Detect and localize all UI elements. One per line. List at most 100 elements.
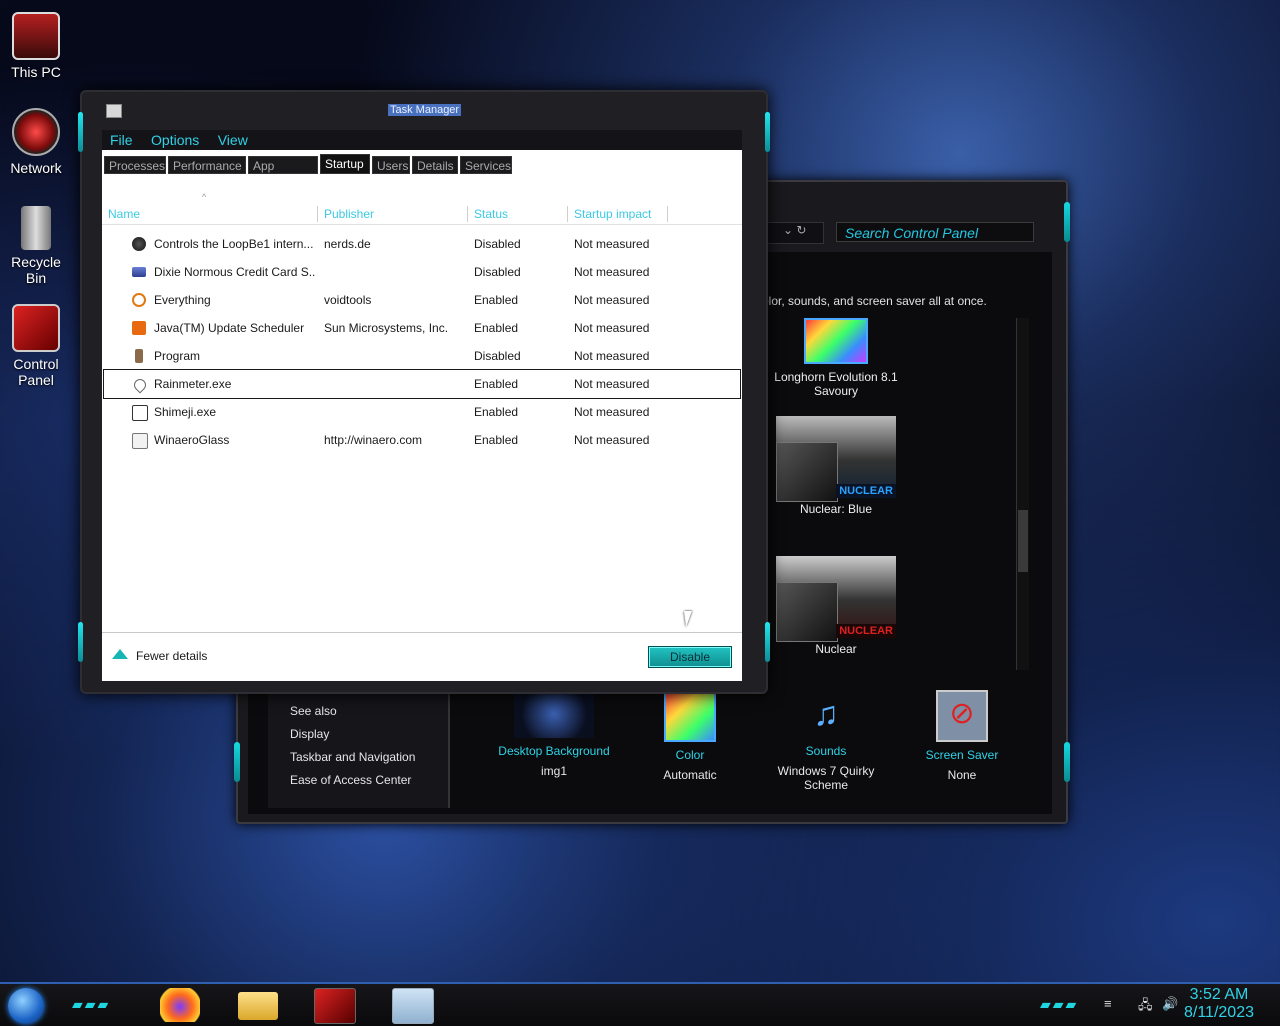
tab-app-history[interactable]: App history	[248, 156, 318, 191]
desktop-icon-network[interactable]: Network	[0, 108, 72, 176]
cell-publisher: voidtools	[324, 293, 372, 307]
theme-preview-overlay	[776, 442, 838, 502]
menu-options[interactable]: Options	[151, 130, 199, 150]
tab-services[interactable]: Services	[460, 156, 512, 174]
search-input[interactable]: Search Control Panel	[836, 222, 1034, 242]
column-header-name[interactable]: Name	[102, 206, 318, 222]
cell-name: WinaeroGlass	[154, 433, 230, 447]
task-manager-taskbar-icon[interactable]	[392, 988, 434, 1024]
cell-name: Everything	[154, 293, 211, 307]
table-row[interactable]: Dixie Normous Credit Card S... Disabled …	[104, 258, 740, 286]
frame-accent	[765, 622, 770, 662]
tab-startup[interactable]: Startup	[320, 154, 370, 174]
desktop-icon-recycle-bin[interactable]: Recycle Bin	[0, 206, 72, 286]
start-button[interactable]	[8, 988, 44, 1024]
window-title: Task Manager	[388, 104, 462, 116]
cell-status: Enabled	[474, 377, 519, 391]
desktop-background-option[interactable]: Desktop Background img1	[484, 690, 624, 778]
theme-thumbnail: NUCLEAR	[776, 416, 896, 502]
tab-processes[interactable]: Processes	[104, 156, 166, 174]
sort-arrow-icon: ^	[202, 192, 207, 202]
shimeji-icon	[132, 405, 148, 421]
desktop-icon-this-pc[interactable]: This PC	[0, 12, 72, 80]
computer-icon	[12, 12, 60, 60]
scrollbar-thumb[interactable]	[1018, 510, 1028, 572]
table-row[interactable]: Controls the LoopBe1 intern... nerds.de …	[104, 230, 740, 258]
color-icon	[664, 690, 716, 742]
desktop-background-icon	[514, 690, 594, 738]
option-value: img1	[540, 764, 567, 778]
see-also-link-ease-of-access[interactable]: Ease of Access Center	[268, 769, 448, 792]
see-also-link-taskbar[interactable]: Taskbar and Navigation	[268, 746, 448, 769]
screen-saver-option[interactable]: ⊘ Screen Saver None	[892, 690, 1032, 782]
column-header-startup-impact[interactable]: Startup impact	[568, 206, 668, 222]
cell-status: Disabled	[474, 349, 521, 363]
theme-label: Longhorn Evolution 8.1 Savoury	[774, 370, 898, 398]
cell-name: Java(TM) Update Scheduler	[154, 321, 305, 335]
theme-nuclear-blue[interactable]: NUCLEAR Nuclear: Blue	[766, 416, 906, 516]
header-divider	[102, 224, 742, 225]
cell-name: Shimeji.exe	[154, 405, 217, 419]
task-manager-footer: Fewer details Disable	[102, 632, 742, 681]
tab-strip: Processes Performance App history Startu…	[102, 150, 742, 191]
cell-impact: Not measured	[574, 293, 650, 307]
menu-file[interactable]: File	[110, 130, 133, 150]
theme-badge: NUCLEAR	[836, 484, 896, 498]
table-row-selected[interactable]: Rainmeter.exe Enabled Not measured	[103, 369, 741, 399]
card-icon	[132, 267, 146, 277]
theme-label: Nuclear: Blue	[799, 502, 873, 516]
frame-accent	[1064, 742, 1070, 782]
task-manager-window[interactable]: Task Manager File Options View Processes…	[78, 90, 770, 694]
rainmeter-icon	[131, 376, 149, 394]
column-header-status[interactable]: Status	[468, 206, 568, 222]
theme-thumbnail	[804, 318, 868, 364]
option-title: Color	[675, 748, 705, 762]
control-panel-taskbar-icon[interactable]	[314, 988, 356, 1024]
color-option[interactable]: Color Automatic	[620, 690, 760, 782]
desktop-icon-control-panel[interactable]: Control Panel	[0, 304, 72, 388]
network-tray-icon[interactable]: 🖧	[1138, 996, 1154, 1012]
desktop-icon-label: Control Panel	[13, 356, 59, 388]
table-row[interactable]: Everything voidtools Enabled Not measure…	[104, 286, 740, 314]
frame-accent	[78, 112, 83, 152]
tab-users[interactable]: Users	[372, 156, 410, 174]
menu-view[interactable]: View	[218, 130, 248, 150]
cell-name: Dixie Normous Credit Card S...	[154, 265, 316, 279]
file-explorer-icon[interactable]	[238, 992, 278, 1020]
theme-scrollbar[interactable]	[1016, 318, 1029, 670]
see-also-link-display[interactable]: Display	[268, 723, 448, 746]
desktop-icon-label: This PC	[11, 64, 61, 80]
firefox-icon[interactable]	[160, 988, 200, 1022]
cell-impact: Not measured	[574, 237, 650, 251]
cell-status: Disabled	[474, 237, 521, 251]
clock-date: 8/11/2023	[1184, 1004, 1254, 1021]
taskbar-clock[interactable]: 3:52 AM 8/11/2023	[1184, 986, 1254, 1022]
tab-performance[interactable]: Performance	[168, 156, 246, 174]
table-row[interactable]: Java(TM) Update Scheduler Sun Microsyste…	[104, 314, 740, 342]
column-header-publisher[interactable]: Publisher	[318, 206, 468, 222]
table-row[interactable]: Program Disabled Not measured	[104, 342, 740, 370]
table-row[interactable]: WinaeroGlass http://winaero.com Enabled …	[104, 426, 740, 454]
refresh-icon[interactable]: ↻	[796, 223, 806, 237]
volume-icon[interactable]: 🔊	[1162, 996, 1178, 1012]
up-arrow-icon[interactable]	[112, 649, 128, 659]
theme-badge: NUCLEAR	[836, 624, 896, 638]
disable-button[interactable]: Disable	[648, 646, 732, 668]
cell-status: Enabled	[474, 321, 519, 335]
cell-name: Controls the LoopBe1 intern...	[154, 237, 314, 251]
tab-details[interactable]: Details	[412, 156, 458, 174]
option-value: None	[947, 768, 977, 782]
sounds-option[interactable]: ♫ Sounds Windows 7 Quirky Scheme	[756, 690, 896, 792]
option-value: Automatic	[663, 768, 717, 782]
cell-status: Enabled	[474, 405, 519, 419]
clock-time: 3:52 AM	[1189, 986, 1249, 1003]
fewer-details-link[interactable]: Fewer details	[136, 649, 207, 663]
theme-thumbnail: NUCLEAR	[776, 556, 896, 642]
chevron-down-icon: ⌄	[783, 223, 794, 237]
overflow-icon[interactable]: ≡	[1104, 996, 1120, 1012]
theme-nuclear[interactable]: NUCLEAR Nuclear	[766, 556, 906, 656]
table-row[interactable]: Shimeji.exe Enabled Not measured	[104, 398, 740, 426]
theme-longhorn[interactable]: Longhorn Evolution 8.1 Savoury	[766, 318, 906, 398]
theme-label: Nuclear	[815, 642, 857, 656]
taskbar-accent: ▰▰▰	[1040, 996, 1079, 1012]
